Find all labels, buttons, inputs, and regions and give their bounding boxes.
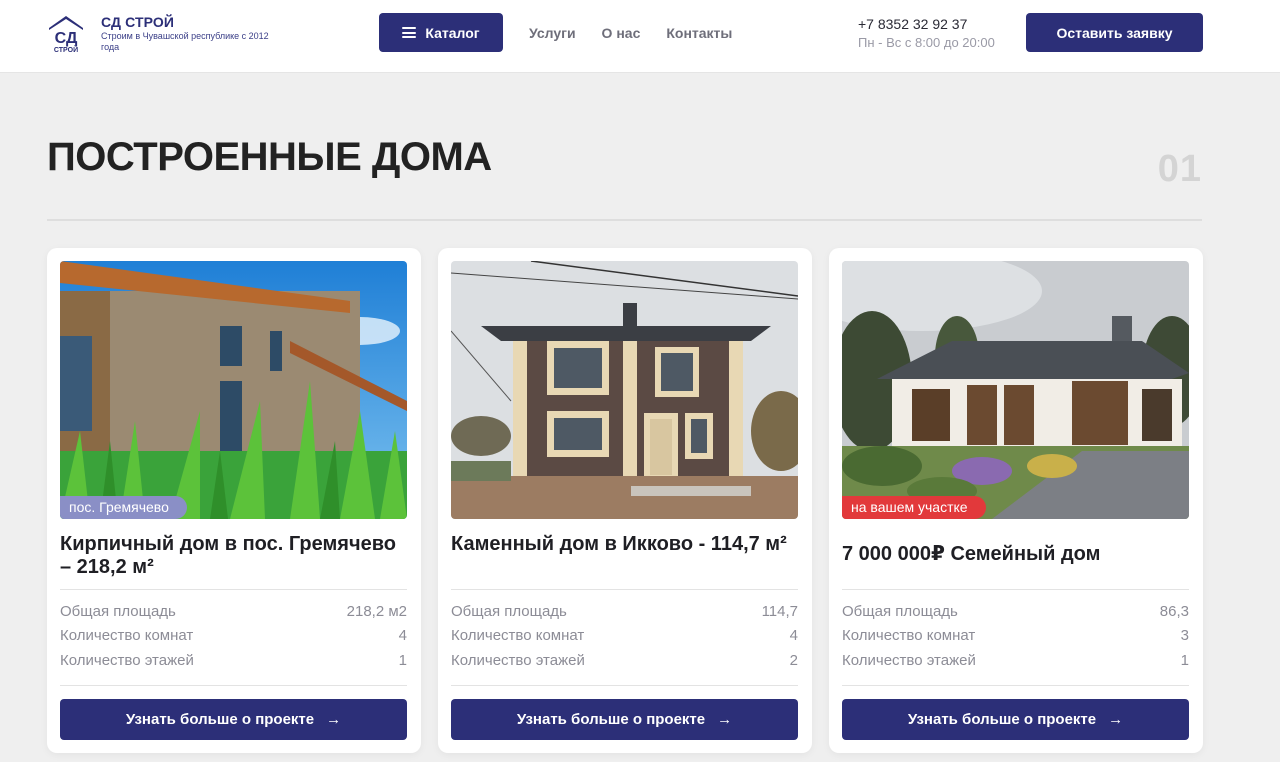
learn-more-label: Узнать больше о проекте — [516, 711, 706, 728]
divider — [842, 685, 1189, 686]
arrow-right-icon: → — [326, 711, 342, 728]
section-number: 01 — [1157, 148, 1202, 190]
nav-link-about[interactable]: О нас — [602, 25, 641, 41]
spec-label: Количество этажей — [451, 652, 585, 669]
spec-label: Количество этажей — [60, 652, 194, 669]
project-photo[interactable]: пос. Гремячево — [60, 261, 407, 519]
brand-name: СД СТРОЙ — [101, 14, 175, 30]
nav-link-contacts[interactable]: Контакты — [666, 25, 732, 41]
arrow-right-icon: → — [717, 711, 733, 728]
divider — [451, 589, 798, 590]
spec-rooms: Количество комнат 3 — [842, 627, 1189, 644]
offer-badge: на вашем участке — [842, 496, 986, 519]
learn-more-button[interactable]: Узнать больше о проекте → — [451, 699, 798, 740]
brand-tagline: Строим в Чувашской республике с 2012 год… — [101, 31, 269, 52]
divider — [60, 685, 407, 686]
spec-label: Количество комнат — [451, 627, 585, 644]
spec-label: Количество комнат — [60, 627, 194, 644]
spec-floors: Количество этажей 1 — [842, 652, 1189, 669]
spec-value: 1 — [398, 652, 407, 669]
card-title[interactable]: 7 000 000₽ Семейный дом — [842, 543, 1189, 566]
project-card: на вашем участке 7 000 000₽ Семейный дом… — [829, 248, 1203, 753]
spec-value: 86,3 — [1159, 603, 1189, 620]
logo[interactable]: СД СТРОЙ СД СТРОЙ Строим в Чувашской рес… — [47, 14, 271, 54]
spec-value: 114,7 — [761, 603, 798, 620]
spec-floors: Количество этажей 2 — [451, 652, 798, 669]
main-nav: Услуги О нас Контакты — [529, 25, 758, 41]
spec-area: Общая площадь 86,3 — [842, 603, 1189, 620]
section-title: ПОСТРОЕННЫЕ ДОМА — [47, 135, 492, 179]
logo-mark-sub: СТРОЙ — [54, 45, 78, 54]
spec-area: Общая площадь 218,2 м2 — [60, 603, 407, 620]
phone-number[interactable]: +7 8352 32 92 37 — [858, 16, 995, 33]
nav-link-services[interactable]: Услуги — [529, 25, 576, 41]
spec-label: Общая площадь — [842, 603, 958, 620]
spec-rooms: Количество комнат 4 — [60, 627, 407, 644]
learn-more-button[interactable]: Узнать больше о проекте → — [842, 699, 1189, 740]
spec-label: Общая площадь — [60, 603, 176, 620]
spec-rooms: Количество комнат 4 — [451, 627, 798, 644]
arrow-right-icon: → — [1108, 711, 1124, 728]
spec-area: Общая площадь 114,7 — [451, 603, 798, 620]
catalog-button[interactable]: Каталог — [379, 13, 503, 52]
spec-floors: Количество этажей 1 — [60, 652, 407, 669]
learn-more-label: Узнать больше о проекте — [125, 711, 315, 728]
contact-block: +7 8352 32 92 37 Пн - Вс с 8:00 до 20:00 — [858, 16, 995, 52]
location-badge: пос. Гремячево — [60, 496, 187, 519]
project-photo[interactable] — [451, 261, 798, 519]
card-title[interactable]: Каменный дом в Икково - 114,7 м² — [451, 533, 798, 556]
project-card: пос. Гремячево Кирпичный дом в пос. Грем… — [47, 248, 421, 753]
spec-value: 218,2 м2 — [346, 603, 407, 620]
divider — [451, 685, 798, 686]
logo-mark-icon: СД СТРОЙ — [47, 14, 85, 54]
spec-value: 2 — [789, 652, 798, 669]
project-cards: пос. Гремячево Кирпичный дом в пос. Грем… — [47, 248, 1203, 753]
spec-value: 1 — [1180, 652, 1189, 669]
divider — [842, 589, 1189, 590]
learn-more-button[interactable]: Узнать больше о проекте → — [60, 699, 407, 740]
working-hours: Пн - Вс с 8:00 до 20:00 — [858, 35, 995, 50]
spec-value: 4 — [789, 627, 798, 644]
spec-label: Общая площадь — [451, 603, 567, 620]
spec-value: 4 — [398, 627, 407, 644]
site-header: СД СТРОЙ СД СТРОЙ Строим в Чувашской рес… — [0, 0, 1280, 72]
spec-label: Количество комнат — [842, 627, 976, 644]
card-title[interactable]: Кирпичный дом в пос. Гремячево – 218,2 м… — [60, 533, 407, 579]
divider — [47, 219, 1202, 221]
logo-mark-letters: СД — [55, 30, 78, 47]
spec-label: Количество этажей — [842, 652, 976, 669]
project-photo[interactable]: на вашем участке — [842, 261, 1189, 519]
request-button[interactable]: Оставить заявку — [1026, 13, 1203, 52]
catalog-label: Каталог — [425, 24, 480, 41]
menu-icon — [402, 27, 417, 38]
divider — [60, 589, 407, 590]
learn-more-label: Узнать больше о проекте — [907, 711, 1097, 728]
project-card: Каменный дом в Икково - 114,7 м² Общая п… — [438, 248, 812, 753]
spec-value: 3 — [1180, 627, 1189, 644]
